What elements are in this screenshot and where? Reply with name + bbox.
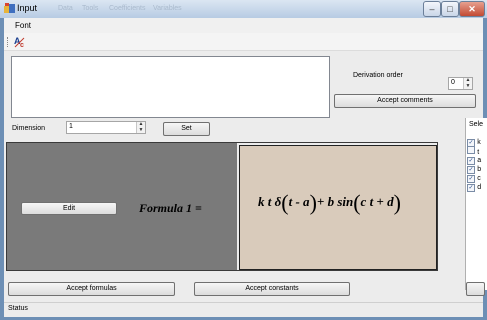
minimize-button[interactable]: – — [423, 1, 441, 17]
status-bar — [4, 302, 483, 317]
list-item[interactable]: ✓ k — [467, 137, 481, 147]
dimension-value: 1 — [69, 123, 73, 130]
formula-term-2: b sin — [327, 193, 354, 209]
chevron-down-icon[interactable]: ▼ — [137, 127, 145, 134]
checkbox[interactable]: ✓ — [467, 184, 475, 192]
edit-button[interactable]: Edit — [21, 202, 117, 215]
ghost-menu-tools: Tools — [82, 5, 99, 12]
dimension-stepper[interactable]: 1 ▲ ▼ — [66, 121, 146, 134]
accept-comments-button[interactable]: Accept comments — [334, 94, 476, 108]
close-button[interactable]: ✕ — [459, 1, 485, 17]
menu-bar — [4, 18, 483, 33]
status-text: Status — [8, 305, 28, 312]
paren-open: ( — [353, 190, 361, 215]
list-item[interactable]: ✓ a — [467, 155, 481, 165]
app-icon — [4, 3, 15, 14]
formula-arg-2: c t + d — [360, 193, 394, 209]
list-item[interactable]: ✓ c — [467, 173, 481, 183]
toolbar-grip[interactable] — [7, 37, 10, 47]
checkbox[interactable] — [467, 146, 475, 154]
menu-font[interactable]: Font — [15, 21, 31, 30]
svg-text:c: c — [20, 42, 24, 48]
set-button[interactable]: Set — [163, 122, 210, 136]
formula-plus: + — [316, 193, 325, 209]
window-title: Input — [17, 3, 38, 13]
stepper-arrows[interactable]: ▲ ▼ — [463, 78, 472, 89]
formula-term-1: k t δ — [258, 193, 282, 209]
accept-formulas-button[interactable]: Accept formulas — [8, 282, 175, 296]
list-item[interactable]: ✓ b — [467, 164, 481, 174]
accept-constants-button[interactable]: Accept constants — [194, 282, 350, 296]
paren-close: ) — [393, 190, 401, 215]
derivation-order-label: Derivation order — [353, 72, 403, 79]
maximize-button[interactable]: □ — [441, 1, 459, 17]
toolbar — [4, 33, 483, 51]
ghost-menu-coefficients: Coefficients — [109, 5, 146, 12]
formula-label: Formula 1 = — [139, 201, 202, 215]
comments-textbox[interactable] — [11, 56, 330, 118]
dimension-label: Dimension — [12, 125, 46, 132]
derivation-order-value: 0 — [451, 79, 455, 86]
ghost-menu-data: Data — [58, 5, 73, 12]
title-bar — [0, 0, 487, 18]
formula-arg-1: t - a — [288, 193, 310, 209]
partial-button[interactable] — [466, 282, 485, 296]
formula-expression: k t δ(t - a)+ b sin(c t + d) — [258, 190, 401, 216]
derivation-order-stepper[interactable]: 0 ▲ ▼ — [448, 77, 473, 90]
list-item[interactable]: ✓ d — [467, 182, 481, 192]
chevron-down-icon[interactable]: ▼ — [464, 83, 472, 90]
list-item[interactable]: t — [467, 146, 481, 156]
paren-close: ) — [309, 190, 317, 215]
paren-open: ( — [281, 190, 289, 215]
constants-items: ✓ k t ✓ a ✓ b ✓ c ✓ d — [467, 137, 481, 192]
font-icon[interactable]: Ac — [14, 35, 28, 49]
stepper-arrows[interactable]: ▲ ▼ — [136, 122, 145, 133]
ghost-menu-variables: Variables — [153, 5, 182, 12]
constants-list-header: Sele — [469, 121, 484, 128]
